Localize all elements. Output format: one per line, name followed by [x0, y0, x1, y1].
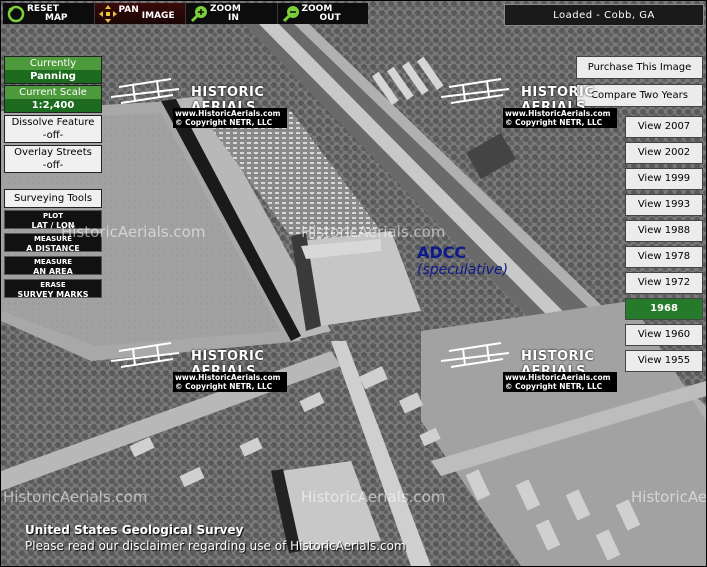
surveying-tools-title: Surveying Tools [4, 189, 102, 208]
currently-label: Currently [5, 57, 101, 70]
logo-copyright: © Copyright NETR, LLC [175, 118, 273, 127]
currently-value: Panning [5, 70, 101, 83]
plot-label-1: PLOT [42, 212, 64, 220]
erase-survey-marks-button[interactable]: ERASE SURVEY MARKS [4, 279, 102, 299]
logo-copyright: © Copyright NETR, LLC [505, 382, 603, 391]
biplane-icon [440, 342, 510, 368]
logo-url: www.HistoricAerials.com [505, 373, 611, 382]
year-1968-button[interactable]: 1968 [625, 298, 703, 320]
zoom-out-icon [282, 5, 299, 22]
zoom-out-button[interactable]: ZOOM OUT [278, 3, 369, 24]
zoom-in-label-2: IN [228, 12, 239, 23]
site-watermark: HistoricAerials.com [61, 223, 206, 241]
year-1988-button[interactable]: View 1988 [625, 220, 703, 242]
reset-icon [7, 5, 25, 22]
reset-label-2: MAP [45, 12, 68, 23]
site-watermark: HistoricAerials.com [631, 488, 707, 506]
biplane-icon [440, 78, 510, 104]
map-label: ADCC [417, 243, 467, 262]
year-1972-button[interactable]: View 1972 [625, 272, 703, 294]
measure-area-label-2: AN AREA [33, 267, 73, 276]
erase-label-1: ERASE [40, 281, 66, 289]
logo-url: www.HistoricAerials.com [175, 109, 281, 118]
overlay-streets-toggle[interactable]: Overlay Streets -off- [4, 145, 102, 173]
map-viewer[interactable]: RESET MAP PAN IMAGE ZOOM IN ZOOM OUT Loa… [0, 0, 707, 567]
status-bar: Loaded - Cobb, GA [504, 4, 704, 26]
logo-url: www.HistoricAerials.com [505, 109, 611, 118]
dissolve-label: Dissolve Feature [5, 116, 101, 129]
logo-plate: www.HistoricAerials.com © Copyright NETR,… [503, 108, 617, 128]
year-1993-button[interactable]: View 1993 [625, 194, 703, 216]
watermark-logo: HISTORIC AERIALS www.HistoricAerials.com… [110, 75, 287, 135]
year-1978-button[interactable]: View 1978 [625, 246, 703, 268]
zoom-in-button[interactable]: ZOOM IN [186, 3, 278, 24]
erase-label-2: SURVEY MARKS [17, 290, 89, 299]
biplane-icon [110, 78, 180, 104]
current-scale-box: Current Scale 1:2,400 [4, 85, 102, 113]
year-1999-button[interactable]: View 1999 [625, 168, 703, 190]
footer-title: United States Geological Survey [25, 523, 244, 537]
watermark-logo: HISTORIC AERIALS www.HistoricAerials.com… [440, 75, 617, 135]
watermark-logo: HISTORIC AERIALS www.HistoricAerials.com… [440, 339, 617, 399]
dissolve-feature-toggle[interactable]: Dissolve Feature -off- [4, 115, 102, 143]
scale-value: 1:2,400 [5, 99, 101, 112]
logo-copyright: © Copyright NETR, LLC [175, 382, 273, 391]
pan-arrows-icon [98, 4, 117, 23]
pan-image-button[interactable]: PAN IMAGE [94, 3, 186, 24]
logo-plate: www.HistoricAerials.com © Copyright NETR,… [173, 108, 287, 128]
overlay-value: -off- [5, 159, 101, 172]
footer-disclaimer-link[interactable]: Please read our disclaimer regarding use… [25, 539, 406, 553]
measure-area-label-1: MEASURE [33, 258, 73, 266]
year-1955-button[interactable]: View 1955 [625, 350, 703, 372]
pan-label-1: PAN [118, 5, 139, 15]
watermark-logo: HISTORIC AERIALS www.HistoricAerials.com… [110, 339, 287, 399]
logo-url: www.HistoricAerials.com [175, 373, 281, 382]
current-mode-box: Currently Panning [4, 56, 102, 84]
toolbar: RESET MAP PAN IMAGE ZOOM IN ZOOM OUT [3, 3, 368, 24]
year-1960-button[interactable]: View 1960 [625, 324, 703, 346]
site-watermark: HistoricAerials.com [3, 488, 148, 506]
logo-plate: www.HistoricAerials.com © Copyright NETR,… [173, 372, 287, 392]
zoom-in-icon [190, 5, 207, 22]
logo-plate: www.HistoricAerials.com © Copyright NETR,… [503, 372, 617, 392]
measure-area-button[interactable]: MEASURE AN AREA [4, 256, 102, 276]
biplane-icon [110, 342, 180, 368]
zoom-out-label-2: OUT [319, 12, 341, 23]
year-2007-button[interactable]: View 2007 [625, 116, 703, 138]
map-sublabel: (speculative) [417, 262, 509, 278]
site-watermark: HistoricAerials.com [301, 488, 446, 506]
reset-map-button[interactable]: RESET MAP [3, 3, 95, 24]
scale-label: Current Scale [5, 86, 101, 99]
year-2002-button[interactable]: View 2002 [625, 142, 703, 164]
overlay-label: Overlay Streets [5, 146, 101, 159]
pan-label-2: IMAGE [141, 11, 175, 21]
dissolve-value: -off- [5, 129, 101, 142]
logo-copyright: © Copyright NETR, LLC [505, 118, 603, 127]
measure-distance-label-2: A DISTANCE [26, 244, 80, 253]
site-watermark: HistoricAerials.com [301, 223, 446, 241]
